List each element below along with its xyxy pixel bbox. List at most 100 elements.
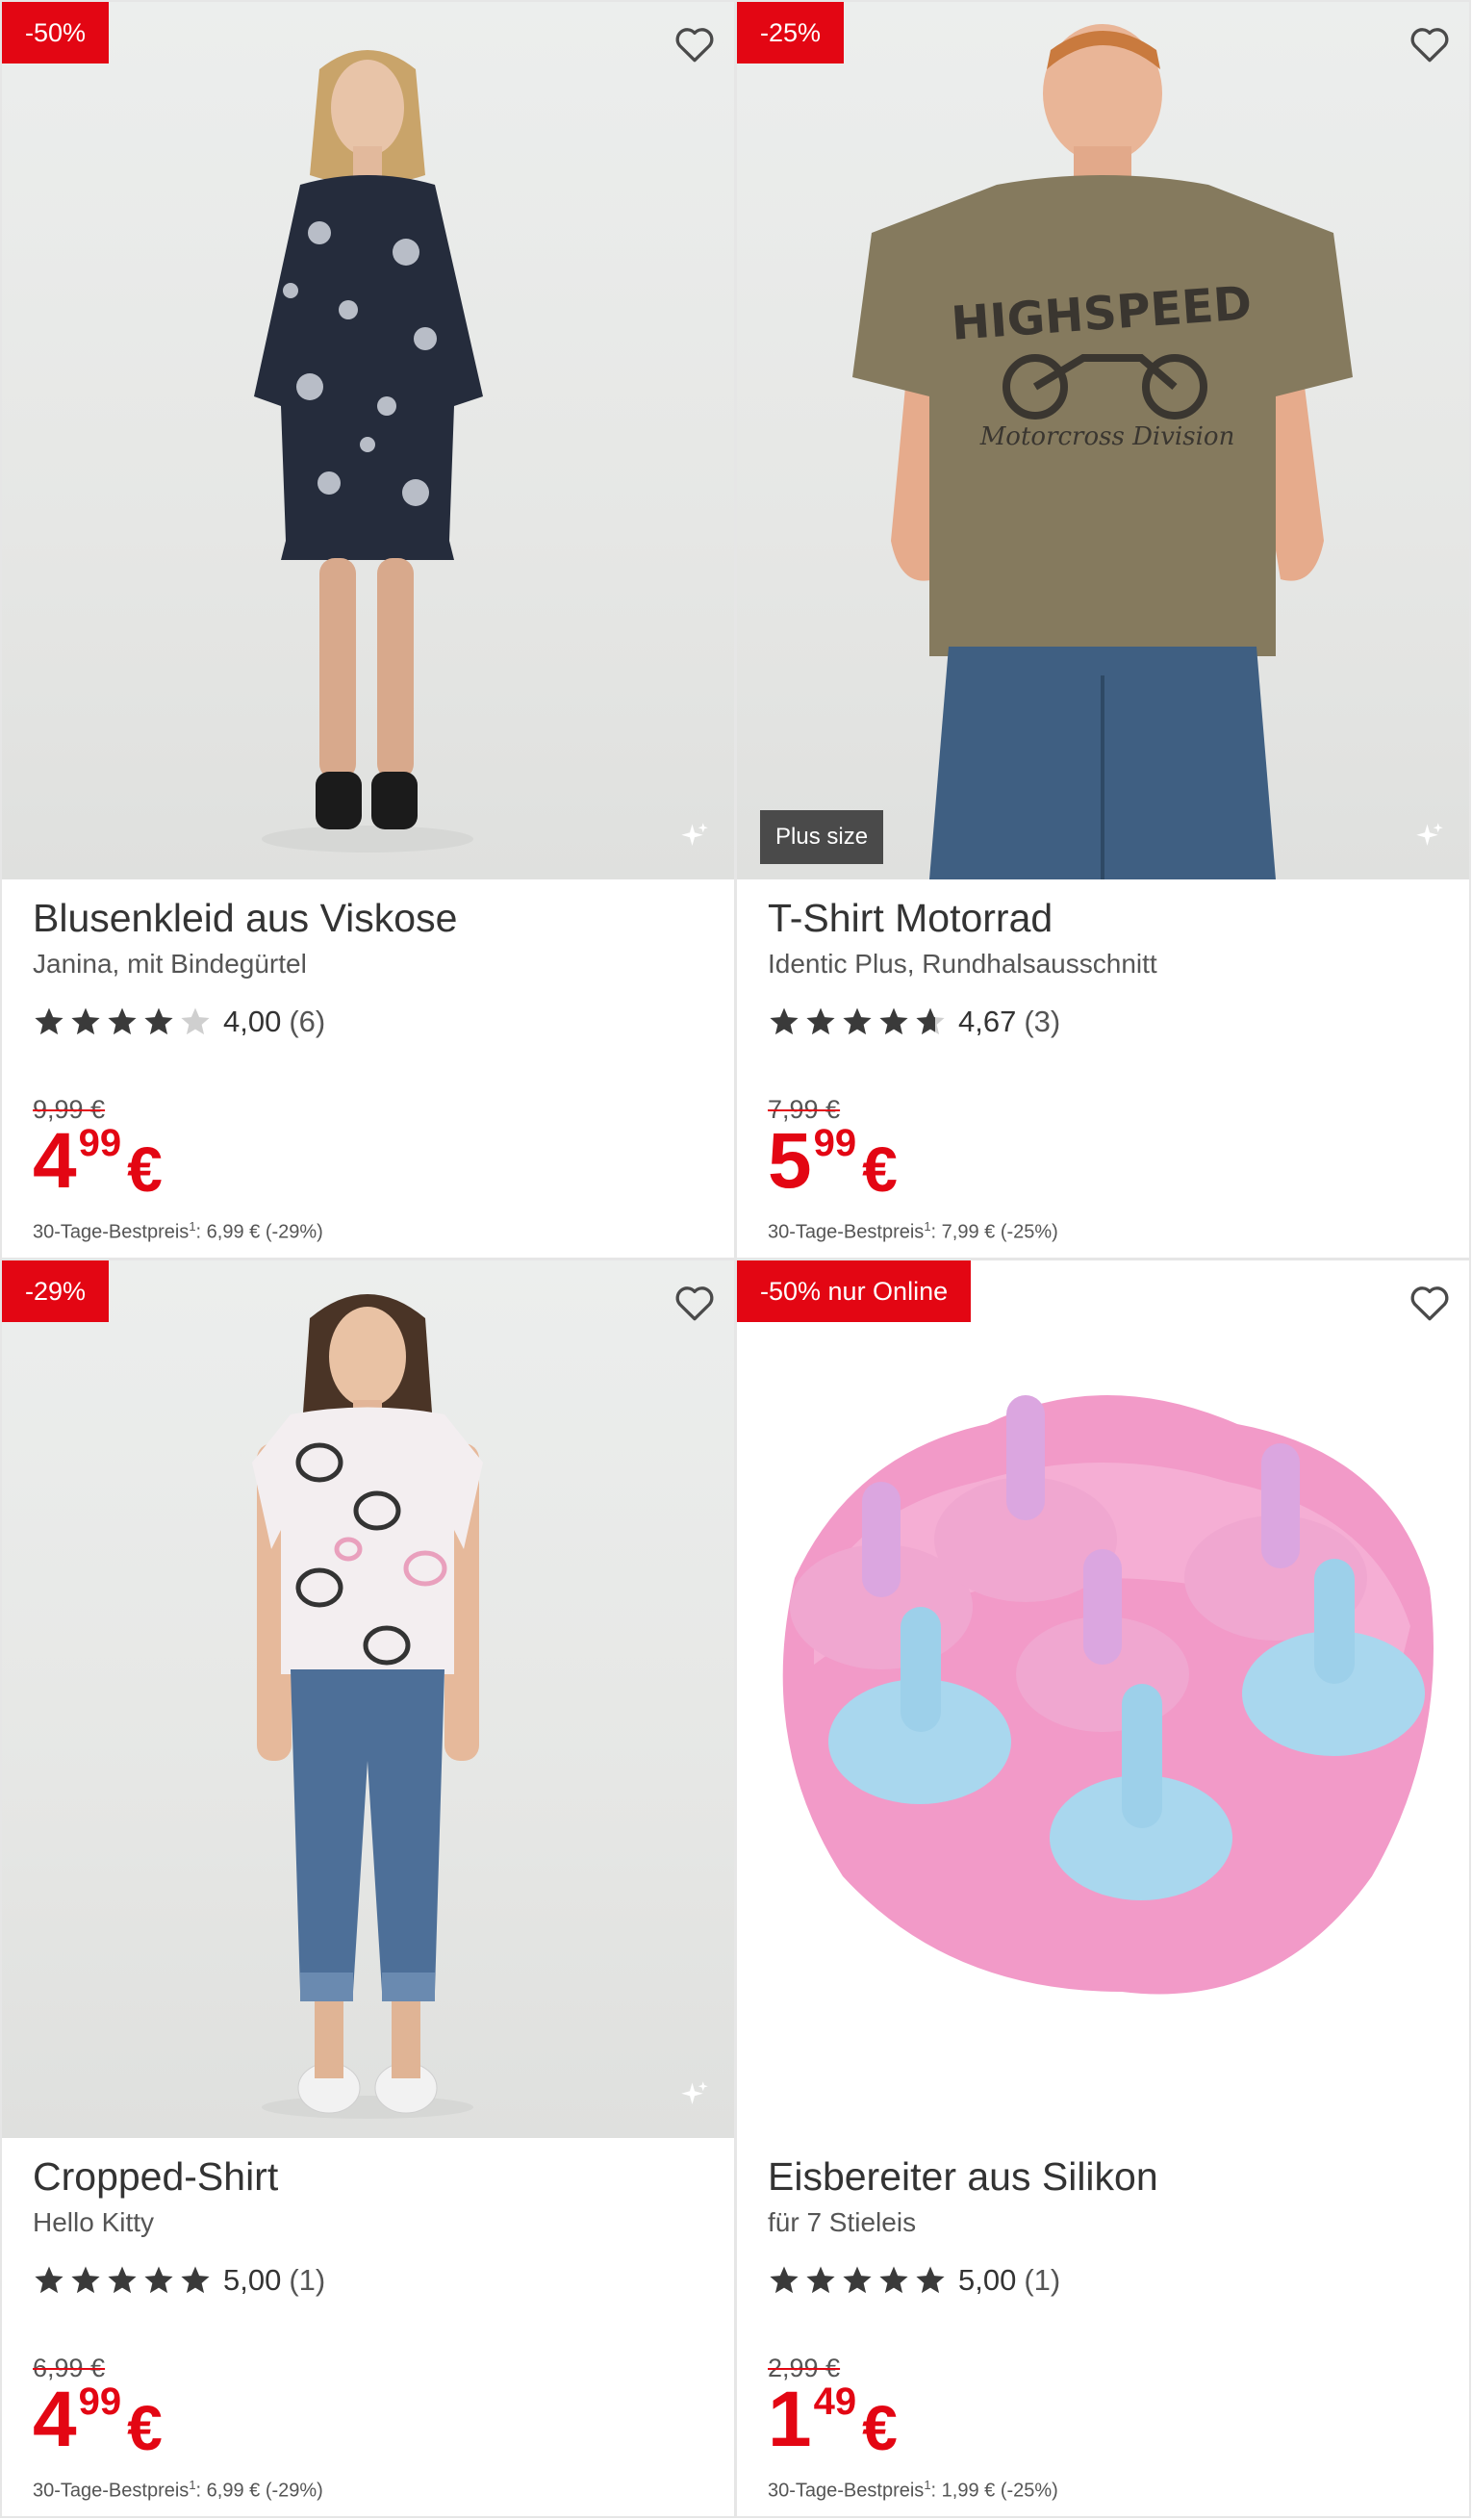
best-price-label: 30-Tage-Bestpreis [33, 1221, 190, 1243]
rating-count: (1) [1024, 2263, 1061, 2297]
heart-outline-icon[interactable] [671, 19, 719, 67]
rating-count: (1) [289, 2263, 326, 2297]
star-icon [806, 2266, 835, 2294]
price-currency: € [862, 2392, 898, 2463]
price-cents: 99 [78, 2380, 122, 2423]
price-currency: € [127, 2392, 163, 2463]
star-rating [768, 1005, 947, 1038]
star-rating [768, 2264, 947, 2297]
best-price-note: 30-Tage-Bestpreis1: 6,99 € (-29%) [33, 2478, 323, 2503]
star-icon [108, 1007, 137, 1035]
product-subtitle: Hello Kitty [33, 2207, 155, 2237]
popsicle-mold-image [782, 1395, 1434, 1995]
star-icon [770, 2266, 799, 2294]
star-icon [843, 1007, 872, 1035]
footnote-marker: 1 [924, 2478, 931, 2492]
star-icon [108, 2266, 137, 2294]
plus-size-tag: Plus size [760, 810, 884, 864]
heart-outline-icon[interactable] [1406, 1278, 1454, 1326]
price-cents: 99 [813, 1122, 857, 1164]
best-price-label: 30-Tage-Bestpreis [768, 2480, 925, 2502]
star-icon [879, 2266, 908, 2294]
star-icon [144, 2266, 173, 2294]
star-icon [35, 1007, 63, 1035]
best-price-note: 30-Tage-Bestpreis1: 6,99 € (-29%) [33, 1219, 323, 1244]
product-image[interactable]: HIGHSPEED Motorcross Division -25% Plus … [737, 2, 1469, 879]
star-rating [33, 1005, 212, 1038]
rating-value: 5,00 [223, 2263, 282, 2297]
star-icon [71, 1007, 100, 1035]
current-price: 1 49 € [768, 2377, 898, 2473]
current-price: 4 99 € [33, 1118, 163, 1214]
heart-outline-icon[interactable] [1406, 19, 1454, 67]
product-image[interactable]: -50% nur Online [737, 1260, 1469, 2138]
discount-badge: -50% [2, 2, 110, 64]
price-currency: € [127, 1133, 163, 1205]
price-cents: 49 [813, 2380, 857, 2423]
discount-badge: -29% [2, 1260, 110, 1322]
best-price-label: 30-Tage-Bestpreis [768, 1221, 925, 1243]
price-cents: 99 [78, 1122, 122, 1164]
rating: 5,00 (1) [33, 2259, 325, 2302]
tshirt-model-image: HIGHSPEED Motorcross Division [852, 24, 1353, 879]
product-card[interactable]: -50% nur Online Eisbereiter aus Silikon … [735, 1259, 1471, 2518]
star-icon [916, 1007, 945, 1035]
star-icon [916, 2266, 945, 2294]
rating-value: 4,00 [223, 1005, 282, 1038]
star-icon [879, 1007, 908, 1035]
best-price-value: : 6,99 € (-29%) [195, 2480, 323, 2502]
discount-badge: -25% [737, 2, 845, 64]
current-price: 5 99 € [768, 1118, 898, 1214]
product-grid: -50% Blusenkleid aus Viskose Janina, mit… [0, 0, 1472, 2520]
product-title[interactable]: Blusenkleid aus Viskose [33, 896, 457, 941]
best-price-value: : 7,99 € (-25%) [930, 1221, 1058, 1243]
heart-outline-icon[interactable] [671, 1278, 719, 1326]
star-icon [71, 2266, 100, 2294]
sparkle-icon [1416, 823, 1443, 846]
star-icon [843, 2266, 872, 2294]
sparkle-icon [681, 823, 708, 846]
price-euros: 5 [768, 1117, 812, 1205]
star-icon [144, 1007, 173, 1035]
product-card[interactable]: -50% Blusenkleid aus Viskose Janina, mit… [0, 0, 736, 1260]
rating-value: 5,00 [958, 2263, 1017, 2297]
best-price-note: 30-Tage-Bestpreis1: 1,99 € (-25%) [768, 2478, 1058, 2503]
rating: 4,67 (3) [768, 1001, 1060, 1043]
price-euros: 4 [33, 1117, 77, 1205]
shirt-print-subtext: Motorcross Division [979, 422, 1235, 451]
discount-badge: -50% nur Online [737, 1260, 972, 1322]
star-icon [181, 1007, 210, 1035]
best-price-label: 30-Tage-Bestpreis [33, 2480, 190, 2502]
price-currency: € [862, 1133, 898, 1205]
product-card[interactable]: HIGHSPEED Motorcross Division -25% Plus … [735, 0, 1471, 1260]
star-icon [806, 1007, 835, 1035]
rating-count: (3) [1024, 1005, 1061, 1038]
rating-value: 4,67 [958, 1005, 1017, 1038]
star-icon [770, 1007, 799, 1035]
product-subtitle: Identic Plus, Rundhalsausschnitt [768, 949, 1157, 979]
cropped-shirt-model-image [252, 1294, 483, 2119]
footnote-marker: 1 [924, 1219, 931, 1234]
rating-count: (6) [289, 1005, 326, 1038]
star-icon [35, 2266, 63, 2294]
product-image[interactable]: -50% [2, 2, 734, 879]
sparkle-icon [681, 2081, 708, 2104]
product-title[interactable]: T-Shirt Motorrad [768, 896, 1053, 941]
product-subtitle: für 7 Stieleis [768, 2207, 917, 2237]
rating: 4,00 (6) [33, 1001, 325, 1043]
best-price-value: : 6,99 € (-29%) [195, 1221, 323, 1243]
star-icon [181, 2266, 210, 2294]
best-price-note: 30-Tage-Bestpreis1: 7,99 € (-25%) [768, 1219, 1058, 1244]
current-price: 4 99 € [33, 2377, 163, 2473]
price-euros: 4 [33, 2376, 77, 2463]
footnote-marker: 1 [189, 2478, 196, 2492]
product-title[interactable]: Eisbereiter aus Silikon [768, 2154, 1158, 2200]
product-card[interactable]: -29% Cropped-Shirt Hello Kitty 5,00 (1) … [0, 1259, 736, 2518]
star-rating [33, 2264, 212, 2297]
best-price-value: : 1,99 € (-25%) [930, 2480, 1058, 2502]
product-image[interactable]: -29% [2, 1260, 734, 2138]
product-subtitle: Janina, mit Bindegürtel [33, 949, 307, 979]
rating: 5,00 (1) [768, 2259, 1060, 2302]
product-title[interactable]: Cropped-Shirt [33, 2154, 278, 2200]
dress-model-image [254, 50, 483, 853]
